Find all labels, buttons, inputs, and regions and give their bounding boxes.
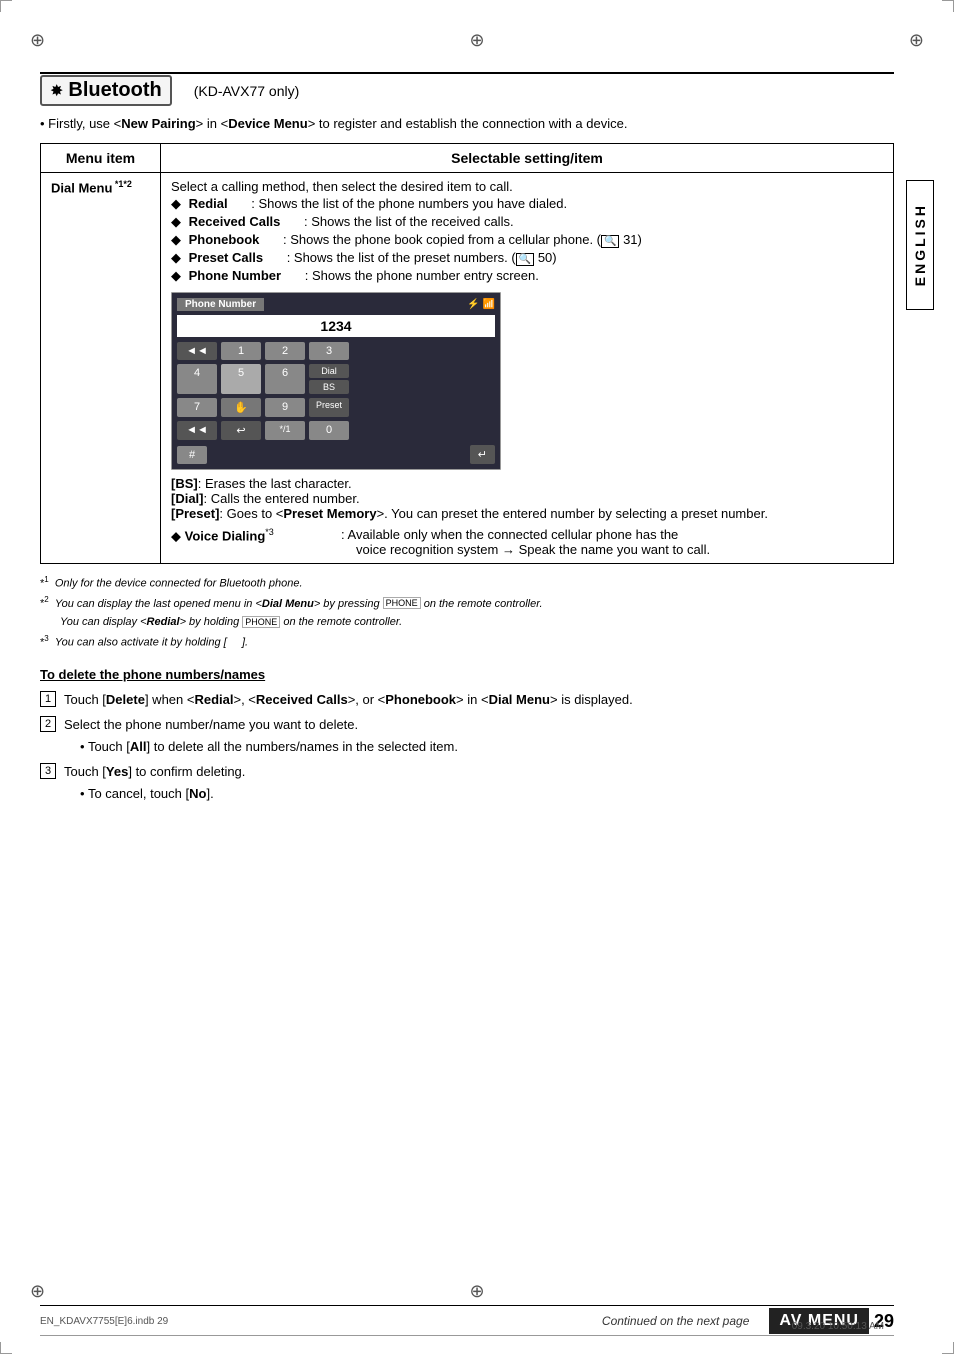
top-line	[40, 72, 894, 74]
delete-step-1: 1 Touch [Delete] when <Redial>, <Receive…	[40, 690, 894, 710]
key-hand: ✋	[221, 398, 261, 417]
delete-step-2-content: Select the phone number/name you want to…	[64, 715, 458, 756]
btn-bs[interactable]: BS	[309, 380, 349, 394]
voice-dialing-desc2: voice recognition system → Speak the nam…	[356, 542, 710, 557]
key-back-arrow[interactable]: ↩	[221, 421, 261, 440]
delete-step-2-sub: Touch [All] to delete all the numbers/na…	[80, 737, 458, 757]
bluetooth-title: Bluetooth	[68, 79, 161, 102]
crop-mark-br	[942, 1342, 954, 1354]
bullet-icon: ◆	[171, 232, 181, 247]
menu-item-label: Dial Menu	[51, 180, 112, 195]
delete-section-title: To delete the phone numbers/names	[40, 667, 894, 682]
phone-ui-icons: ⚡ 📶	[467, 299, 495, 310]
item-phone-number: ◆ Phone Number : Shows the phone number …	[171, 268, 883, 284]
key-3[interactable]: 3	[309, 342, 349, 360]
key-6[interactable]: 6	[265, 364, 305, 394]
reg-mark-right-top: ⊕	[909, 30, 924, 51]
sidebar-english-label: ENGLISH	[912, 203, 928, 286]
btn-exit[interactable]: ↵	[470, 445, 495, 464]
footnotes-section: *1 Only for the device connected for Blu…	[40, 574, 894, 651]
desc-dial: [Dial]: Calls the entered number.	[171, 491, 883, 506]
table-row: Dial Menu *1*2 Select a calling method, …	[41, 173, 894, 564]
footnote-2: *2 You can display the last opened menu …	[40, 594, 894, 612]
crop-mark-tl	[0, 0, 12, 12]
item-redial: ◆ Redial : Shows the list of the phone n…	[171, 196, 883, 212]
bottom-filename: EN_KDAVX7755[E]6.indb 29	[40, 1316, 168, 1327]
main-content: ✸ Bluetooth (KD-AVX77 only) • Firstly, u…	[40, 75, 894, 1294]
item-preset-calls: ◆ Preset Calls : Shows the list of the p…	[171, 250, 883, 266]
delete-step-3-sub: To cancel, touch [No].	[80, 784, 245, 804]
key-9[interactable]: 9	[265, 398, 305, 417]
delete-section: To delete the phone numbers/names 1 Touc…	[40, 667, 894, 804]
bullet-icon: ◆	[171, 214, 181, 229]
btn-preset[interactable]: Preset	[309, 398, 349, 417]
phone-ui-title: Phone Number	[177, 298, 264, 311]
key-1[interactable]: 1	[221, 342, 261, 360]
key-hash[interactable]: #	[177, 446, 207, 464]
btn-dial[interactable]: Dial	[309, 364, 349, 378]
reg-mark-top: ⊕	[469, 30, 484, 51]
footnote-3: *3 You can also activate it by holding […	[40, 633, 894, 651]
step-num-2: 2	[40, 716, 56, 732]
desc-preset: [Preset]: Goes to <Preset Memory>. You c…	[171, 506, 883, 521]
delete-step-1-content: Touch [Delete] when <Redial>, <Received …	[64, 690, 633, 710]
step-num-1: 1	[40, 691, 56, 707]
key-star[interactable]: */1	[265, 421, 305, 440]
item-received-calls: ◆ Received Calls : Shows the list of the…	[171, 214, 883, 230]
key-back2[interactable]: ◄◄	[177, 421, 217, 440]
bottom-datetime: 09.3.20 10:50:13 AM	[792, 1321, 884, 1332]
bottom-bar: EN_KDAVX7755[E]6.indb 29 Continued on th…	[40, 1308, 894, 1334]
main-table: Menu item Selectable setting/item Dial M…	[40, 143, 894, 564]
key-7[interactable]: 7	[177, 398, 217, 417]
btn-descriptions: [BS]: Erases the last character. [Dial]:…	[171, 476, 883, 521]
step-num-3: 3	[40, 763, 56, 779]
item-phonebook: ◆ Phonebook : Shows the phone book copie…	[171, 232, 883, 248]
crop-mark-tr	[942, 0, 954, 12]
intro-note: • Firstly, use <New Pairing> in <Device …	[40, 116, 894, 131]
footnote-2b: You can display <Redial> by holding PHON…	[60, 614, 894, 631]
menu-item-cell: Dial Menu *1*2	[41, 173, 161, 564]
bullet-icon: ◆	[171, 528, 181, 543]
voice-dialing-desc1: : Available only when the connected cell…	[341, 527, 710, 542]
continued-text: Continued on the next page	[602, 1314, 749, 1328]
selectable-setting-cell: Select a calling method, then select the…	[161, 173, 894, 564]
voice-dialing-row: ◆ Voice Dialing*3 : Available only when …	[171, 527, 883, 557]
key-back[interactable]: ◄◄	[177, 342, 217, 360]
key-0[interactable]: 0	[309, 421, 349, 440]
sidebar-english: ENGLISH	[906, 180, 934, 310]
bluetooth-icon: ✸	[50, 81, 63, 101]
delete-step-3-content: Touch [Yes] to confirm deleting. To canc…	[64, 762, 245, 803]
bluetooth-icon-box: ✸ Bluetooth	[40, 75, 172, 106]
reg-mark-left-top: ⊕	[30, 30, 45, 51]
menu-item-sup1: *1*2	[112, 179, 132, 189]
key-5[interactable]: 5	[221, 364, 261, 394]
delete-step-2: 2 Select the phone number/name you want …	[40, 715, 894, 756]
bullet-icon: ◆	[171, 250, 181, 265]
bluetooth-subtitle: (KD-AVX77 only)	[194, 83, 300, 99]
desc-bs: [BS]: Erases the last character.	[171, 476, 883, 491]
bottom-line-bottom	[40, 1335, 894, 1336]
phone-ui-container: Phone Number ⚡ 📶 1234 ◄◄ 1 2 3	[171, 292, 883, 470]
bottom-line-top	[40, 1305, 894, 1307]
table-header-menu: Menu item	[41, 144, 161, 173]
crop-mark-bl	[0, 1342, 12, 1354]
footnote-1: *1 Only for the device connected for Blu…	[40, 574, 894, 592]
bullet-icon: ◆	[171, 196, 181, 211]
delete-step-3: 3 Touch [Yes] to confirm deleting. To ca…	[40, 762, 894, 803]
phone-number-display: 1234	[177, 315, 495, 337]
dial-intro: Select a calling method, then select the…	[171, 179, 883, 194]
key-dial-bs-group: Dial BS	[309, 364, 349, 394]
table-header-setting: Selectable setting/item	[161, 144, 894, 173]
key-4[interactable]: 4	[177, 364, 217, 394]
key-2[interactable]: 2	[265, 342, 305, 360]
bluetooth-header: ✸ Bluetooth (KD-AVX77 only)	[40, 75, 894, 106]
bullet-icon: ◆	[171, 268, 181, 283]
